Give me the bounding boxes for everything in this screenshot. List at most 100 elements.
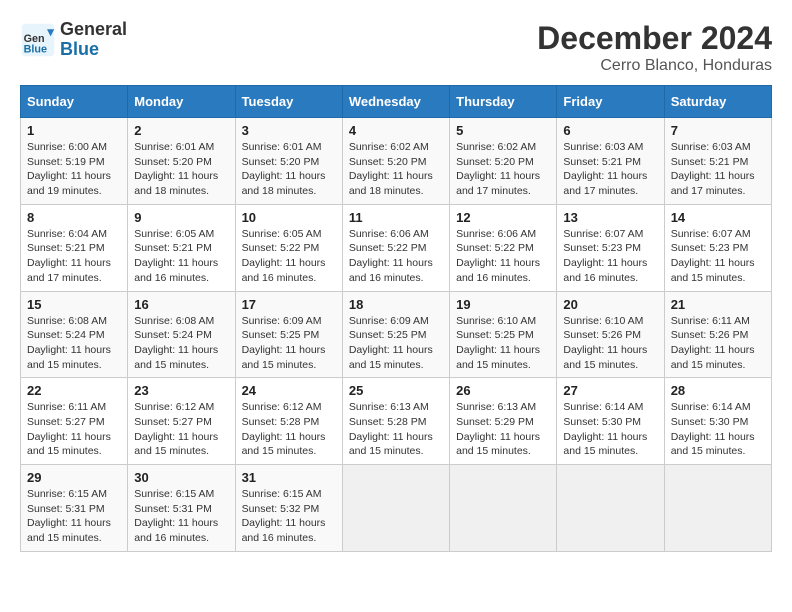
day-number: 21 (671, 297, 765, 312)
day-info: Sunrise: 6:06 AM Sunset: 5:22 PM Dayligh… (456, 227, 550, 286)
day-number: 8 (27, 210, 121, 225)
table-row: 31Sunrise: 6:15 AM Sunset: 5:32 PM Dayli… (235, 465, 342, 552)
calendar-title: December 2024 (537, 20, 772, 57)
day-info: Sunrise: 6:13 AM Sunset: 5:29 PM Dayligh… (456, 400, 550, 459)
table-row: 22Sunrise: 6:11 AM Sunset: 5:27 PM Dayli… (21, 378, 128, 465)
day-number: 12 (456, 210, 550, 225)
day-info: Sunrise: 6:13 AM Sunset: 5:28 PM Dayligh… (349, 400, 443, 459)
table-row: 11 Sunrise: 6:06 AM Sunset: 5:22 PM Dayli… (342, 204, 449, 291)
logo-blue: Blue (60, 40, 127, 60)
table-row: 10Sunrise: 6:05 AM Sunset: 5:22 PM Dayli… (235, 204, 342, 291)
day-info: Sunrise: 6:01 AM Sunset: 5:20 PM Dayligh… (242, 140, 336, 199)
day-number: 3 (242, 123, 336, 138)
day-number: 13 (563, 210, 657, 225)
day-number: 9 (134, 210, 228, 225)
day-number: 28 (671, 383, 765, 398)
table-row: 24 Sunrise: 6:12 AM Sunset: 5:28 PM Dayli… (235, 378, 342, 465)
table-row: 28 Sunrise: 6:14 AM Sunset: 5:30 PM Dayli… (664, 378, 771, 465)
table-row: 6Sunrise: 6:03 AM Sunset: 5:21 PM Daylig… (557, 118, 664, 205)
day-info: Sunrise: 6:00 AM Sunset: 5:19 PM Dayligh… (27, 140, 121, 199)
calendar-week-2: 8 Sunrise: 6:04 AM Sunset: 5:21 PM Daylig… (21, 204, 772, 291)
table-row: 13 Sunrise: 6:07 AM Sunset: 5:23 PM Dayli… (557, 204, 664, 291)
table-row: 17Sunrise: 6:09 AM Sunset: 5:25 PM Dayli… (235, 291, 342, 378)
calendar-week-1: 1 Sunrise: 6:00 AM Sunset: 5:19 PM Daylig… (21, 118, 772, 205)
table-row: 21Sunrise: 6:11 AM Sunset: 5:26 PM Dayli… (664, 291, 771, 378)
day-info: Sunrise: 6:14 AM Sunset: 5:30 PM Dayligh… (563, 400, 657, 459)
col-sunday: Sunday (21, 86, 128, 118)
table-row: 5Sunrise: 6:02 AM Sunset: 5:20 PM Daylig… (450, 118, 557, 205)
day-info: Sunrise: 6:09 AM Sunset: 5:25 PM Dayligh… (349, 314, 443, 373)
day-info: Sunrise: 6:02 AM Sunset: 5:20 PM Dayligh… (349, 140, 443, 199)
day-number: 16 (134, 297, 228, 312)
table-row: 9 Sunrise: 6:05 AM Sunset: 5:21 PM Daylig… (128, 204, 235, 291)
table-row: 30 Sunrise: 6:15 AM Sunset: 5:31 PM Dayli… (128, 465, 235, 552)
day-info: Sunrise: 6:09 AM Sunset: 5:25 PM Dayligh… (242, 314, 336, 373)
day-info: Sunrise: 6:05 AM Sunset: 5:21 PM Dayligh… (134, 227, 228, 286)
day-number: 24 (242, 383, 336, 398)
day-number: 25 (349, 383, 443, 398)
day-info: Sunrise: 6:01 AM Sunset: 5:20 PM Dayligh… (134, 140, 228, 199)
table-row (664, 465, 771, 552)
calendar-subtitle: Cerro Blanco, Honduras (537, 57, 772, 75)
table-row: 15Sunrise: 6:08 AM Sunset: 5:24 PM Dayli… (21, 291, 128, 378)
calendar-week-5: 29 Sunrise: 6:15 AM Sunset: 5:31 PM Dayli… (21, 465, 772, 552)
col-monday: Monday (128, 86, 235, 118)
day-number: 26 (456, 383, 550, 398)
day-info: Sunrise: 6:12 AM Sunset: 5:27 PM Dayligh… (134, 400, 228, 459)
day-info: Sunrise: 6:06 AM Sunset: 5:22 PM Dayligh… (349, 227, 443, 286)
day-number: 29 (27, 470, 121, 485)
table-row: 14Sunrise: 6:07 AM Sunset: 5:23 PM Dayli… (664, 204, 771, 291)
day-number: 4 (349, 123, 443, 138)
table-row: 18 Sunrise: 6:09 AM Sunset: 5:25 PM Dayli… (342, 291, 449, 378)
day-number: 6 (563, 123, 657, 138)
day-number: 2 (134, 123, 228, 138)
day-number: 30 (134, 470, 228, 485)
day-info: Sunrise: 6:02 AM Sunset: 5:20 PM Dayligh… (456, 140, 550, 199)
table-row: 7Sunrise: 6:03 AM Sunset: 5:21 PM Daylig… (664, 118, 771, 205)
logo-icon: Gen Blue (20, 22, 56, 58)
day-number: 1 (27, 123, 121, 138)
logo: Gen Blue General Blue (20, 20, 127, 60)
day-number: 23 (134, 383, 228, 398)
calendar-week-3: 15 Sunrise: 6:08 AM Sunset: 5:24 PM Dayli… (21, 291, 772, 378)
day-info: Sunrise: 6:08 AM Sunset: 5:24 PM Dayligh… (134, 314, 228, 373)
table-row: 12 Sunrise: 6:06 AM Sunset: 5:22 PM Dayli… (450, 204, 557, 291)
day-info: Sunrise: 6:03 AM Sunset: 5:21 PM Dayligh… (671, 140, 765, 199)
day-info: Sunrise: 6:10 AM Sunset: 5:25 PM Dayligh… (456, 314, 550, 373)
day-info: Sunrise: 6:15 AM Sunset: 5:31 PM Dayligh… (134, 487, 228, 546)
table-row: 23 Sunrise: 6:12 AM Sunset: 5:27 PM Dayli… (128, 378, 235, 465)
table-row: 19Sunrise: 6:10 AM Sunset: 5:25 PM Dayli… (450, 291, 557, 378)
svg-text:Blue: Blue (24, 43, 47, 55)
table-row: 4 Sunrise: 6:02 AM Sunset: 5:20 PM Daylig… (342, 118, 449, 205)
table-row: 16 Sunrise: 6:08 AM Sunset: 5:24 PM Dayli… (128, 291, 235, 378)
day-info: Sunrise: 6:11 AM Sunset: 5:27 PM Dayligh… (27, 400, 121, 459)
day-number: 14 (671, 210, 765, 225)
col-tuesday: Tuesday (235, 86, 342, 118)
day-info: Sunrise: 6:05 AM Sunset: 5:22 PM Dayligh… (242, 227, 336, 286)
day-number: 20 (563, 297, 657, 312)
table-row: 2 Sunrise: 6:01 AM Sunset: 5:20 PM Daylig… (128, 118, 235, 205)
day-number: 18 (349, 297, 443, 312)
day-info: Sunrise: 6:14 AM Sunset: 5:30 PM Dayligh… (671, 400, 765, 459)
page-header: Gen Blue General Blue December 2024 Cerr… (20, 20, 772, 75)
day-info: Sunrise: 6:12 AM Sunset: 5:28 PM Dayligh… (242, 400, 336, 459)
day-number: 11 (349, 210, 443, 225)
logo-general: General (60, 20, 127, 40)
table-row (342, 465, 449, 552)
col-friday: Friday (557, 86, 664, 118)
day-number: 27 (563, 383, 657, 398)
calendar-week-4: 22Sunrise: 6:11 AM Sunset: 5:27 PM Dayli… (21, 378, 772, 465)
logo-text: General Blue (60, 20, 127, 60)
col-thursday: Thursday (450, 86, 557, 118)
day-info: Sunrise: 6:07 AM Sunset: 5:23 PM Dayligh… (563, 227, 657, 286)
title-area: December 2024 Cerro Blanco, Honduras (537, 20, 772, 75)
table-row: 26 Sunrise: 6:13 AM Sunset: 5:29 PM Dayli… (450, 378, 557, 465)
table-row: 27 Sunrise: 6:14 AM Sunset: 5:30 PM Dayli… (557, 378, 664, 465)
day-info: Sunrise: 6:10 AM Sunset: 5:26 PM Dayligh… (563, 314, 657, 373)
table-row: 1 Sunrise: 6:00 AM Sunset: 5:19 PM Daylig… (21, 118, 128, 205)
day-info: Sunrise: 6:04 AM Sunset: 5:21 PM Dayligh… (27, 227, 121, 286)
calendar-table: Sunday Monday Tuesday Wednesday Thursday… (20, 85, 772, 552)
table-row: 20 Sunrise: 6:10 AM Sunset: 5:26 PM Dayli… (557, 291, 664, 378)
day-info: Sunrise: 6:15 AM Sunset: 5:32 PM Dayligh… (242, 487, 336, 546)
day-number: 15 (27, 297, 121, 312)
